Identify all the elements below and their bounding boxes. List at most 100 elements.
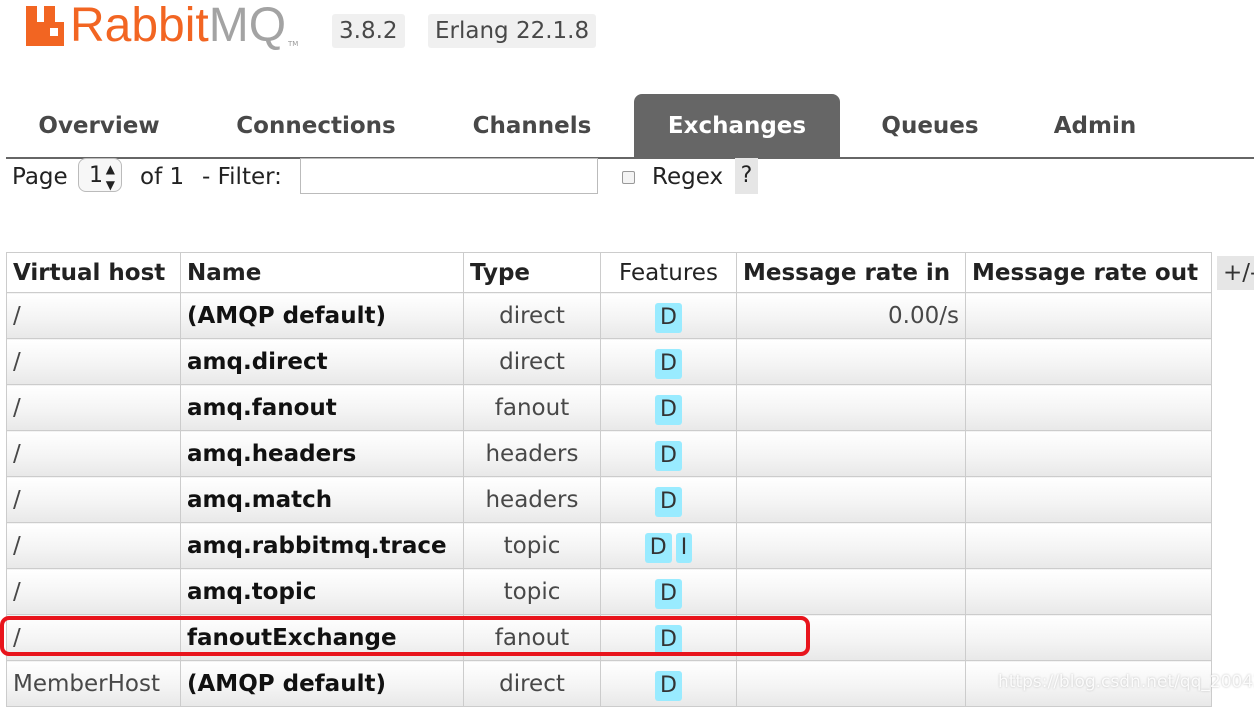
cell-exchange-name-link[interactable]: (AMQP default) — [180, 660, 464, 707]
table-row: / amq.headers headers D — [6, 430, 1212, 477]
page-count-label: of 1 — [140, 164, 185, 190]
logo-text-mq: MQ — [208, 0, 287, 52]
filter-input[interactable] — [300, 158, 598, 194]
rabbitmq-logo[interactable]: RabbitMQ TM — [26, 0, 306, 52]
col-message-rate-in[interactable]: Message rate in — [736, 252, 966, 293]
cell-message-rate-out — [965, 476, 1212, 523]
col-virtual-host[interactable]: Virtual host — [6, 252, 181, 293]
cell-exchange-name-link[interactable]: amq.headers — [180, 430, 464, 477]
table-row: / amq.fanout fanout D — [6, 384, 1212, 431]
cell-virtual-host: / — [6, 522, 181, 569]
cell-type: headers — [463, 476, 601, 523]
watermark: https://blog.csdn.net/qq_20042935 — [998, 672, 1254, 692]
page-select[interactable]: 1 ▲ ▼ — [78, 158, 122, 192]
cell-message-rate-in — [736, 384, 966, 431]
cell-features: D — [600, 614, 737, 661]
cell-features: D — [600, 476, 737, 523]
table-row: / amq.rabbitmq.trace topic D I — [6, 522, 1212, 569]
tab-exchanges[interactable]: Exchanges — [634, 94, 840, 158]
cell-features: D — [600, 660, 737, 707]
col-type[interactable]: Type — [463, 252, 601, 293]
cell-exchange-name-link[interactable]: amq.direct — [180, 338, 464, 385]
regex-checkbox[interactable] — [622, 171, 635, 184]
feature-badge: I — [675, 532, 693, 563]
version-badge: 3.8.2 — [332, 14, 405, 48]
table-body: / (AMQP default) direct D 0.00/s / amq.direct d… — [6, 292, 1212, 707]
cell-message-rate-in — [736, 522, 966, 569]
feature-badge: D — [655, 624, 682, 655]
cell-type: fanout — [463, 614, 601, 661]
cell-virtual-host: / — [6, 614, 181, 661]
cell-virtual-host: / — [6, 384, 181, 431]
cell-message-rate-out — [965, 292, 1212, 339]
table-row: / amq.match headers D — [6, 476, 1212, 523]
feature-badge: D — [655, 578, 682, 609]
cell-type: topic — [463, 568, 601, 615]
table-row: / amq.direct direct D — [6, 338, 1212, 385]
updown-arrows-icon: ▲ ▼ — [105, 162, 115, 192]
cell-exchange-name-link[interactable]: amq.fanout — [180, 384, 464, 431]
cell-message-rate-in — [736, 568, 966, 615]
cell-type: direct — [463, 660, 601, 707]
cell-virtual-host: / — [6, 292, 181, 339]
table-row: / amq.topic topic D — [6, 568, 1212, 615]
cell-message-rate-in — [736, 338, 966, 385]
cell-type: direct — [463, 292, 601, 339]
exchanges-table: Virtual host Name Type Features Message … — [6, 252, 1212, 707]
cell-exchange-name-link[interactable]: fanoutExchange — [180, 614, 464, 661]
cell-message-rate-out — [965, 384, 1212, 431]
filter-bar: Page 1 ▲ ▼ of 1 - Filter: Regex ? — [0, 158, 1254, 198]
tab-channels[interactable]: Channels — [452, 94, 612, 158]
cell-features: D — [600, 292, 737, 339]
cell-exchange-name-link[interactable]: amq.topic — [180, 568, 464, 615]
logo-trademark: TM — [288, 40, 299, 48]
feature-badge: D — [655, 670, 682, 701]
cell-virtual-host: / — [6, 430, 181, 477]
tab-admin[interactable]: Admin — [1034, 94, 1156, 158]
tab-connections[interactable]: Connections — [214, 94, 418, 158]
logo-text-rabbit: Rabbit — [70, 0, 209, 52]
filter-label: - Filter: — [202, 164, 282, 190]
col-message-rate-out[interactable]: Message rate out — [965, 252, 1212, 293]
cell-exchange-name-link[interactable]: amq.rabbitmq.trace — [180, 522, 464, 569]
cell-message-rate-out — [965, 338, 1212, 385]
cell-message-rate-in — [736, 660, 966, 707]
cell-message-rate-out — [965, 614, 1212, 661]
cell-message-rate-out — [965, 522, 1212, 569]
cell-virtual-host: MemberHost — [6, 660, 181, 707]
cell-virtual-host: / — [6, 476, 181, 523]
table-header-row: Virtual host Name Type Features Message … — [6, 252, 1212, 293]
cell-message-rate-in: 0.00/s — [736, 292, 966, 339]
feature-badge: D — [655, 440, 682, 471]
rabbit-logo-icon — [26, 6, 64, 46]
cell-message-rate-in — [736, 476, 966, 523]
col-name[interactable]: Name — [180, 252, 464, 293]
tab-queues[interactable]: Queues — [862, 94, 998, 158]
column-toggle-button[interactable]: +/- — [1217, 256, 1254, 290]
cell-message-rate-out — [965, 430, 1212, 477]
cell-features: D — [600, 338, 737, 385]
page-select-value: 1 — [89, 163, 103, 188]
feature-badge: D — [644, 532, 672, 563]
cell-virtual-host: / — [6, 338, 181, 385]
cell-features: D — [600, 384, 737, 431]
main-nav-tabs: Overview Connections Channels Exchanges … — [0, 94, 1254, 158]
cell-type: direct — [463, 338, 601, 385]
table-row: / fanoutExchange fanout D — [6, 614, 1212, 661]
cell-exchange-name-link[interactable]: (AMQP default) — [180, 292, 464, 339]
regex-help-button[interactable]: ? — [735, 158, 758, 194]
cell-message-rate-in — [736, 614, 966, 661]
cell-message-rate-out — [965, 568, 1212, 615]
cell-features: D — [600, 568, 737, 615]
cell-features: DI — [600, 522, 737, 569]
cell-type: fanout — [463, 384, 601, 431]
cell-exchange-name-link[interactable]: amq.match — [180, 476, 464, 523]
erlang-version-badge: Erlang 22.1.8 — [428, 14, 597, 48]
cell-message-rate-in — [736, 430, 966, 477]
feature-badge: D — [655, 486, 682, 517]
tab-overview[interactable]: Overview — [16, 94, 182, 158]
regex-label: Regex — [652, 164, 724, 190]
feature-badge: D — [655, 348, 682, 379]
col-features: Features — [600, 252, 737, 293]
feature-badge: D — [655, 394, 682, 425]
